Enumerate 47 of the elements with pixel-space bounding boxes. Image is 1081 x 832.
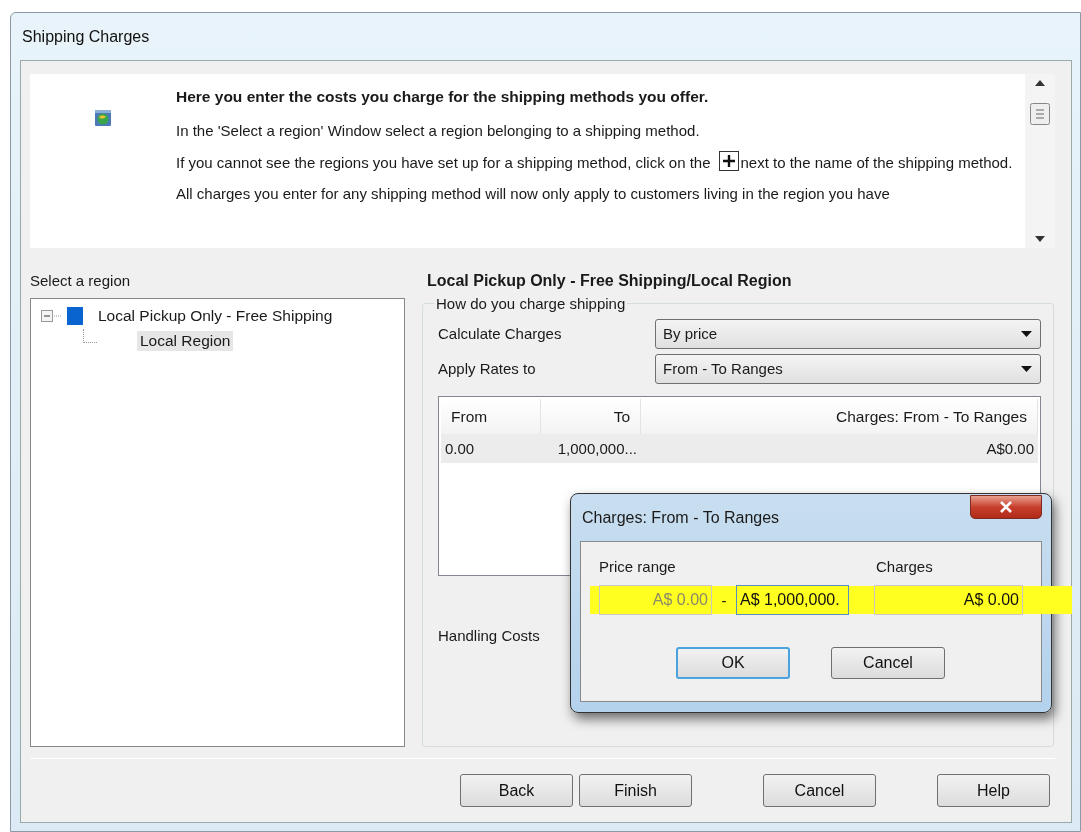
input-field[interactable]: A$ 0.00 (874, 585, 1023, 615)
column-header[interactable]: From (441, 399, 541, 434)
wizard-button[interactable]: Finish (579, 774, 692, 807)
price-range-label: Price range (599, 558, 677, 575)
square-icon (67, 306, 83, 325)
dropdown[interactable]: By price (655, 318, 1041, 349)
group-label: How do you charge shipping (435, 295, 627, 312)
info-text: If you cannot see the regions you have set up for a shipping method, click on the (176, 154, 711, 171)
collapse-icon[interactable] (41, 309, 63, 322)
dialog-title: Charges: From - To Ranges (582, 508, 780, 527)
wizard-button[interactable]: Help (937, 774, 1050, 807)
caret-icon (1021, 330, 1032, 337)
column-header[interactable]: Charges: From - To Ranges (641, 399, 1038, 434)
plus-icon (718, 151, 739, 171)
info-text: All charges you enter for any shipping method will now only apply to customers living in the region you have (176, 184, 891, 204)
column-header[interactable]: To (541, 399, 641, 434)
scroll-up-icon[interactable] (1035, 80, 1045, 86)
region-heading: Local Pickup Only - Free Shipping/Local Region (427, 272, 793, 290)
tree-item[interactable]: Local Region (137, 330, 234, 351)
globe-icon (94, 109, 112, 127)
dropdown[interactable]: From - To Ranges (655, 353, 1041, 384)
close-icon (999, 500, 1013, 513)
wizard-button[interactable]: Cancel (763, 774, 876, 807)
range-dash: - (720, 591, 728, 609)
close-button[interactable] (970, 494, 1042, 519)
handling-label: Handling Costs (438, 627, 541, 644)
charges-label: Charges (876, 558, 933, 575)
table-row[interactable]: 0.00 1,000,000... A$0.00 (441, 434, 1038, 463)
caret-icon (1021, 365, 1032, 372)
wizard-button[interactable]: Back (460, 774, 573, 807)
info-text: next to the name of the shipping method. (740, 154, 1013, 171)
dialog-button[interactable]: OK (676, 647, 790, 679)
field-label: Calculate Charges (438, 325, 563, 342)
table-cell: A$0.00 (986, 440, 1034, 457)
scroll-thumb-icon[interactable] (1030, 102, 1050, 125)
scroll-down-icon[interactable] (1035, 236, 1045, 242)
dialog-button[interactable]: Cancel (831, 647, 945, 679)
region-label: Select a region (30, 272, 132, 289)
input-field[interactable]: A$ 1,000,000. (736, 585, 849, 615)
table-cell: 0.00 (445, 440, 475, 457)
info-text: In the 'Select a region' Window select a region belonging to a shipping method. (176, 121, 701, 141)
scrollbar[interactable] (1025, 74, 1055, 248)
window-title: Shipping Charges (22, 27, 150, 46)
info-heading: Here you enter the costs you charge for the shipping methods you offer. (176, 88, 710, 106)
table-cell: 1,000,000... (557, 440, 637, 457)
field-label: Apply Rates to (438, 360, 537, 377)
tree-item[interactable]: Local Pickup Only - Free Shipping (95, 305, 336, 326)
